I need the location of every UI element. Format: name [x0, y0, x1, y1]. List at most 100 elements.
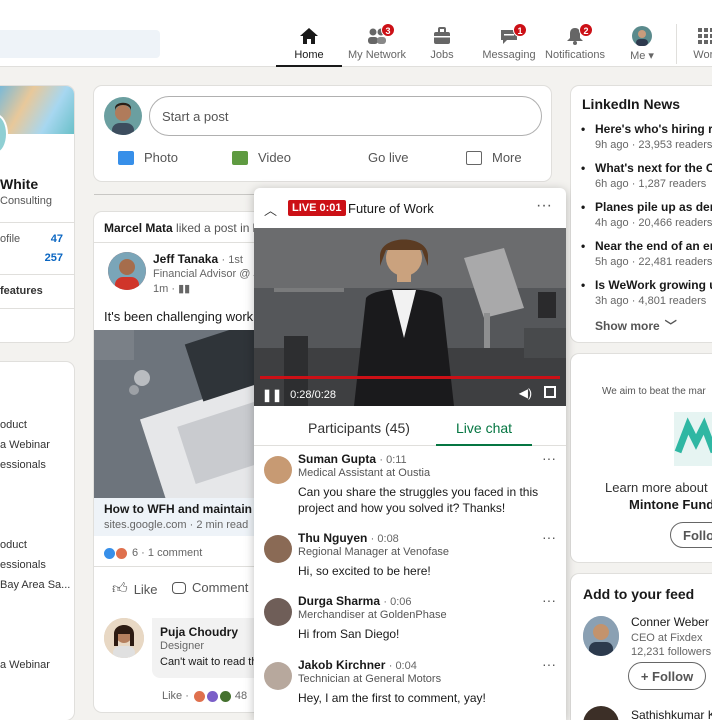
chat-author[interactable]: Jakob Kirchner [298, 658, 385, 672]
feed-sort-divider [94, 194, 254, 195]
love-reaction-icon [193, 690, 205, 702]
nav-work-label: Work [693, 49, 712, 61]
news-meta: 6h ago · 1,287 readers [595, 178, 707, 190]
nav-jobs-label: Jobs [430, 49, 454, 61]
chat-more-icon[interactable]: ··· [542, 656, 556, 672]
comment-text: Can't wait to read th [160, 656, 258, 668]
tab-live-chat[interactable]: Live chat [436, 420, 532, 446]
collapse-chevron-icon[interactable]: ︿ [264, 200, 277, 219]
profile-stat-value-2[interactable]: 257 [45, 252, 63, 264]
start-post-input[interactable]: Start a post [149, 96, 542, 136]
video-button[interactable]: Video [232, 150, 291, 165]
suggested-follow-button[interactable]: + Follow [628, 662, 706, 690]
chat-avatar[interactable] [264, 598, 292, 626]
video-progress-track[interactable] [260, 376, 560, 379]
chat-role: Regional Manager at Venofase [298, 546, 450, 558]
recent-item[interactable]: Bay Area Sa... [0, 579, 70, 591]
commenter-name[interactable]: Puja Choudry [160, 625, 238, 639]
chat-more-icon[interactable]: ··· [542, 592, 556, 608]
chat-avatar[interactable] [264, 662, 292, 690]
mintone-logo[interactable] [674, 412, 712, 466]
news-item[interactable]: Near the end of an er 5h ago · 22,481 re… [581, 239, 712, 268]
nav-me[interactable]: Me ▾ [620, 26, 664, 67]
profile-stat-value[interactable]: 47 [51, 233, 63, 245]
suggested-name[interactable]: Conner Weber [631, 615, 709, 629]
nav-my-network[interactable]: 3 My Network [344, 23, 410, 67]
fullscreen-icon[interactable] [544, 386, 556, 398]
nav-jobs[interactable]: Jobs [420, 26, 464, 67]
nav-work[interactable]: Work [686, 26, 712, 67]
nav-messaging[interactable]: 1 Messaging [480, 23, 538, 67]
live-video-panel: ︿ LIVE 0:01 Future of Work ··· ❚❚ 0:28/0… [254, 188, 566, 720]
chat-more-icon[interactable]: ··· [542, 529, 556, 545]
photo-icon [118, 150, 134, 165]
recent-item[interactable]: a Webinar [0, 659, 50, 671]
reaction-counts[interactable]: 6 · 1 comment [132, 547, 202, 559]
link-title[interactable]: How to WFH and maintain b [104, 502, 263, 516]
go-live-button[interactable]: Go live [368, 150, 408, 165]
volume-icon[interactable]: ◀) [519, 386, 532, 400]
bell-icon: 2 [564, 23, 593, 46]
home-icon [298, 26, 320, 46]
video-icon [232, 150, 248, 165]
premium-features-link[interactable]: features [0, 285, 43, 297]
search-input[interactable] [0, 30, 160, 58]
ad-follow-button[interactable]: Follo [670, 522, 712, 548]
chevron-down-icon: ▾ [648, 50, 654, 62]
more-button[interactable]: More [466, 150, 522, 165]
nav-notifications[interactable]: 2 Notifications [543, 23, 607, 67]
nav-home[interactable]: Home [276, 26, 342, 67]
comment-like-button[interactable]: Like · [162, 690, 189, 702]
profile-stat-label[interactable]: ofile [0, 233, 20, 245]
news-item[interactable]: Is WeWork growing u 3h ago · 4,801 reade… [581, 278, 712, 307]
news-headline: What's next for the O [581, 161, 712, 175]
author-degree: · 1st [221, 254, 243, 266]
chat-message: Thu Nguyen · 0:08 Regional Manager at Ve… [254, 529, 566, 581]
chat-author[interactable]: Durga Sharma [298, 594, 380, 608]
chat-time: · 0:06 [383, 596, 412, 608]
news-item[interactable]: Here's who's hiring ri 9h ago · 23,953 r… [581, 122, 712, 151]
news-headline: Is WeWork growing u [581, 278, 712, 292]
commenter-avatar[interactable] [104, 618, 144, 658]
news-headline: Planes pile up as dem [581, 200, 712, 214]
suggested-avatar[interactable] [583, 616, 619, 656]
chat-avatar[interactable] [264, 456, 292, 484]
chat-author[interactable]: Thu Nguyen [298, 531, 367, 545]
left-recent-card: oduct a Webinar essionals oduct essional… [0, 362, 74, 720]
news-item[interactable]: Planes pile up as dem 4h ago · 20,466 re… [581, 200, 712, 229]
liked-by-name[interactable]: Marcel Mata [104, 221, 173, 235]
pause-icon[interactable]: ❚❚ [262, 388, 282, 402]
messaging-icon: 1 [498, 23, 527, 46]
network-badge: 3 [381, 23, 395, 37]
chat-author[interactable]: Suman Gupta [298, 452, 376, 466]
more-options-icon[interactable]: ··· [536, 197, 552, 215]
recent-item[interactable]: a Webinar [0, 439, 50, 451]
chat-more-icon[interactable]: ··· [542, 450, 556, 466]
comment-button[interactable]: Comment [172, 580, 248, 595]
chat-avatar[interactable] [264, 535, 292, 563]
suggested-name-2[interactable]: Sathishkumar K [631, 708, 712, 720]
live-badge: LIVE 0:01 [288, 200, 346, 216]
my-avatar[interactable] [104, 97, 142, 135]
photo-button[interactable]: Photo [118, 150, 178, 165]
show-more-button[interactable]: Show more ﹀ [595, 317, 677, 334]
post-text: It's been challenging workin [104, 309, 264, 324]
article-icon [466, 150, 482, 165]
recent-item[interactable]: oduct [0, 419, 27, 431]
recent-item[interactable]: essionals [0, 559, 46, 571]
author-avatar[interactable] [108, 252, 146, 290]
ad-brand: Mintone Fund [629, 497, 712, 512]
tab-participants[interactable]: Participants (45) [308, 420, 410, 436]
chat-role: Medical Assistant at Oustia [298, 467, 431, 479]
news-item[interactable]: What's next for the O 6h ago · 1,287 rea… [581, 161, 712, 190]
recent-item[interactable]: oduct [0, 539, 27, 551]
chat-text: Hi, so excited to be here! [298, 564, 431, 578]
chat-message: Durga Sharma · 0:06 Merchandiser at Gold… [254, 592, 566, 644]
like-reaction-icon [104, 547, 115, 559]
recent-item[interactable]: essionals [0, 459, 46, 471]
profile-name[interactable]: White [0, 176, 38, 192]
author-name[interactable]: Jeff Tanaka [153, 252, 218, 266]
video-player[interactable]: ❚❚ 0:28/0:28 ◀) [254, 228, 566, 406]
like-button[interactable]: 👍︎ Like [112, 580, 158, 598]
celebrate-reaction-icon [219, 690, 231, 702]
